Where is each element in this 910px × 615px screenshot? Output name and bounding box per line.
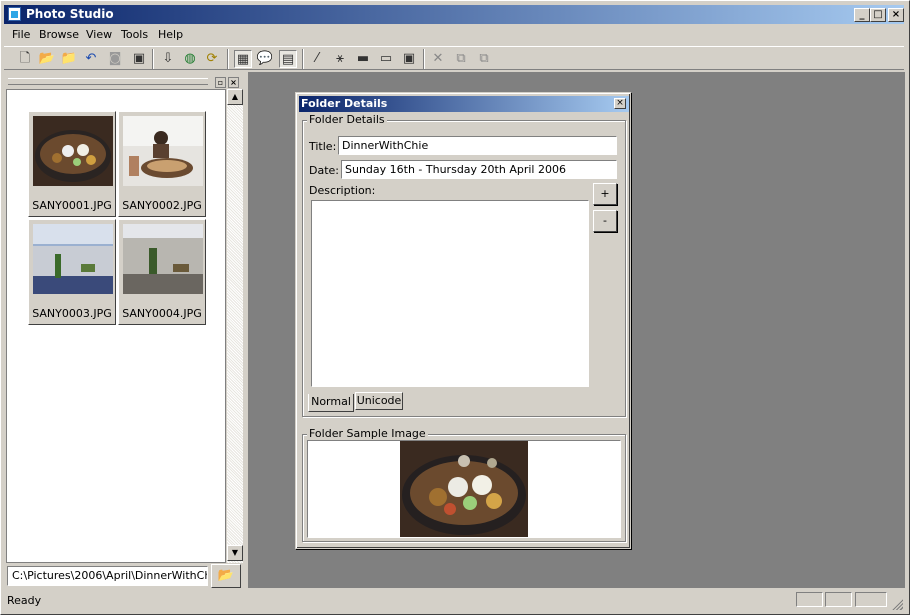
status-panel	[796, 592, 823, 607]
thumbnails-icon[interactable]: ▦	[234, 50, 252, 68]
thumbnail-image	[123, 224, 203, 294]
status-panel	[855, 592, 887, 607]
pane-grip[interactable]	[8, 78, 208, 85]
magic-wand-icon[interactable]: ⚹	[331, 50, 349, 68]
add-button[interactable]: +	[593, 183, 617, 205]
pane-close-button[interactable]: ×	[228, 77, 239, 88]
status-panel	[825, 592, 852, 607]
date-label: Date:	[309, 164, 339, 177]
maximize-button[interactable]: □	[870, 8, 886, 22]
download-icon[interactable]: ⇩	[159, 50, 177, 68]
minimize-icon: _	[859, 9, 865, 20]
save-icon[interactable]: ▣	[130, 50, 148, 68]
refresh-icon[interactable]: ⟳	[203, 50, 221, 68]
resize-grip[interactable]	[891, 598, 903, 610]
tab-unicode[interactable]: Unicode	[355, 392, 403, 410]
window-title: Photo Studio	[26, 7, 114, 21]
undo-icon[interactable]: ↶	[82, 50, 100, 68]
thumbnail-item[interactable]: SANY0003.JPG	[28, 219, 116, 325]
title-label: Title:	[309, 140, 337, 153]
menu-file[interactable]: File	[12, 27, 30, 42]
dialog-title-bar[interactable]: Folder Details ×	[299, 96, 629, 112]
thumbnail-image	[33, 224, 113, 294]
menu-tools[interactable]: Tools	[121, 27, 148, 42]
close-icon: ×	[230, 78, 237, 87]
status-text: Ready	[7, 594, 42, 607]
date-field[interactable]: Sunday 16th - Thursday 20th April 2006	[341, 160, 617, 179]
close-button[interactable]: ×	[888, 8, 904, 22]
arrow-down-icon: ▼	[231, 548, 239, 557]
toolbar-separator	[227, 49, 229, 69]
slideshow-icon[interactable]: ▭	[377, 50, 395, 68]
app-icon	[8, 7, 21, 21]
open-folder-icon: 📂	[217, 568, 235, 583]
wand-icon[interactable]: ⁄	[308, 50, 326, 68]
toolbar: 🗋 📂 📁 ↶ ◙ ▣ ⇩ ◍ ⟳ ▦ 💬 ▤ ⁄ ⚹ ▬ ▭ ▣ ✕ ⧉ ⧉	[4, 46, 904, 70]
thumbnail-item[interactable]: SANY0001.JPG	[28, 111, 116, 217]
title-bar[interactable]: Photo Studio _ □ ×	[4, 5, 904, 24]
tab-normal[interactable]: Normal	[308, 394, 354, 412]
thumbnail-scrollbar[interactable]: ▲ ▼	[227, 89, 243, 563]
menu-help[interactable]: Help	[158, 27, 183, 42]
thumbnail-filename: SANY0003.JPG	[32, 307, 112, 320]
thumbnail-filename: SANY0004.JPG	[122, 307, 202, 320]
comment-icon[interactable]: 💬	[256, 50, 274, 68]
image-icon[interactable]: ▬	[354, 50, 372, 68]
thumbnail-list: SANY0001.JPG SANY0002.JPG SANY0003.JPG S…	[6, 89, 226, 563]
thumbnail-filename: SANY0002.JPG	[122, 199, 202, 212]
status-bar: Ready	[4, 591, 904, 611]
maximize-icon: □	[873, 9, 883, 20]
dialog-close-button[interactable]: ×	[614, 98, 626, 109]
toolbar-separator	[302, 49, 304, 69]
camera-icon[interactable]: ◙	[106, 50, 124, 68]
close-icon: ×	[616, 98, 624, 108]
toolbar-separator	[423, 49, 425, 69]
sample-image	[400, 441, 528, 537]
open-icon[interactable]: 📁	[60, 50, 78, 68]
browse-folder-button[interactable]: 📂	[211, 564, 241, 588]
thumbnail-image	[33, 116, 113, 186]
dialog-title: Folder Details	[301, 97, 388, 110]
open-folder-icon[interactable]: 📂	[38, 50, 56, 68]
delete-icon[interactable]: ✕	[429, 50, 447, 68]
title-field[interactable]: DinnerWithChie	[338, 136, 617, 155]
sample-image-frame	[307, 440, 621, 538]
restore-icon: ▫	[217, 78, 224, 87]
pane-restore-button[interactable]: ▫	[215, 77, 226, 88]
scroll-down-button[interactable]: ▼	[227, 545, 243, 561]
toolbar-separator	[152, 49, 154, 69]
description-label: Description:	[309, 184, 376, 197]
folder-sample-group-label: Folder Sample Image	[307, 427, 428, 440]
new-icon[interactable]: 🗋	[16, 50, 34, 68]
arrow-up-icon: ▲	[231, 92, 239, 101]
menu-browse[interactable]: Browse	[39, 27, 79, 42]
thumbnail-item[interactable]: SANY0002.JPG	[118, 111, 206, 217]
folder-details-group-label: Folder Details	[307, 113, 387, 126]
scroll-up-button[interactable]: ▲	[227, 89, 243, 105]
thumbnail-filename: SANY0001.JPG	[32, 199, 112, 212]
details-icon[interactable]: ▤	[279, 50, 297, 68]
minimize-button[interactable]: _	[854, 8, 870, 22]
description-field[interactable]	[311, 200, 589, 387]
globe-icon[interactable]: ◍	[181, 50, 199, 68]
thumbnail-image	[123, 116, 203, 186]
remove-button[interactable]: -	[593, 210, 617, 232]
close-icon: ×	[891, 9, 901, 20]
presentation-icon[interactable]: ▣	[400, 50, 418, 68]
menu-bar: File Browse View Tools Help	[4, 25, 904, 44]
move-icon[interactable]: ⧉	[475, 50, 493, 68]
copy-icon[interactable]: ⧉	[452, 50, 470, 68]
menu-view[interactable]: View	[86, 27, 112, 42]
folder-details-window: Folder Details × Folder Details Title: D…	[295, 92, 631, 549]
folder-path-input[interactable]: C:\Pictures\2006\April\DinnerWithChie	[7, 566, 208, 586]
thumbnail-item[interactable]: SANY0004.JPG	[118, 219, 206, 325]
